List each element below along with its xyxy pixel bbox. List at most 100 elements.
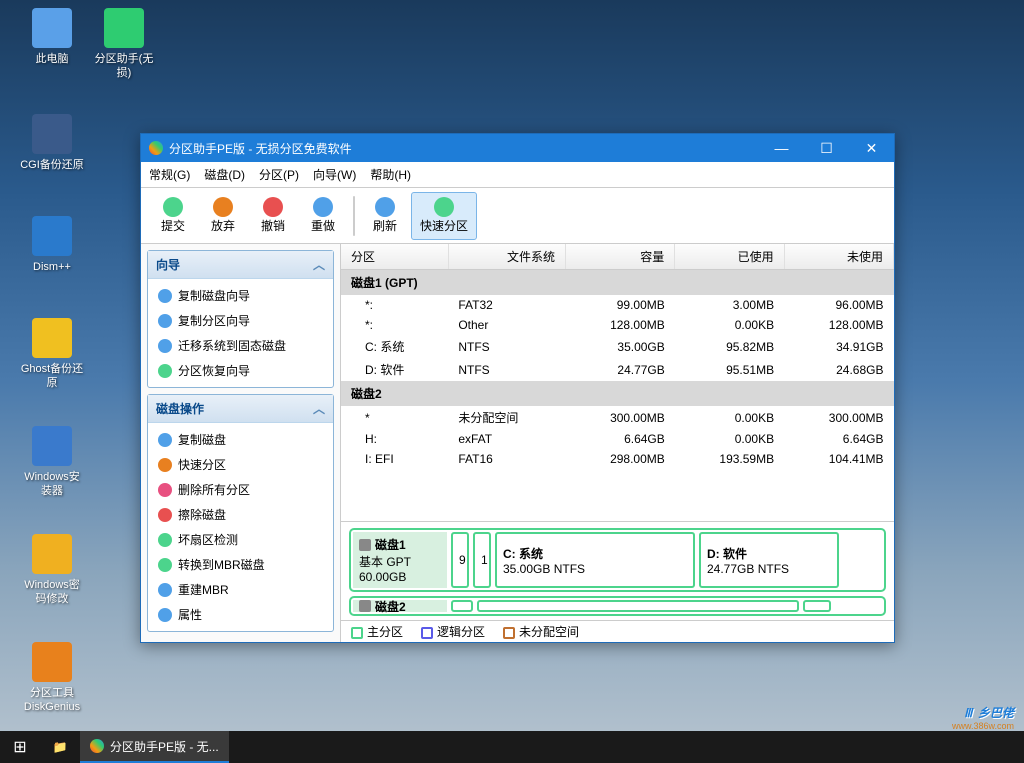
- app-icon: [104, 8, 144, 48]
- item-icon: [158, 339, 172, 353]
- panel-item[interactable]: 迁移系统到固态磁盘: [152, 333, 329, 358]
- column-header[interactable]: 未使用: [784, 244, 893, 270]
- partition-block[interactable]: 9: [451, 532, 469, 588]
- desktop-icon[interactable]: 分区工具DiskGenius: [18, 642, 86, 714]
- diskops-panel: 磁盘操作 ︿ 复制磁盘快速分区删除所有分区擦除磁盘坏扇区检测转换到MBR磁盘重建…: [147, 394, 334, 632]
- toolbar-放弃[interactable]: 放弃: [199, 192, 247, 240]
- desktop-icon[interactable]: 分区助手(无损): [90, 8, 158, 80]
- diskops-panel-header[interactable]: 磁盘操作 ︿: [148, 395, 333, 423]
- legend: 主分区逻辑分区未分配空间: [341, 620, 894, 642]
- panel-item[interactable]: 分区恢复向导: [152, 358, 329, 383]
- table-row[interactable]: C: 系统NTFS35.00GB95.82MB34.91GB: [341, 335, 894, 358]
- table-row[interactable]: *:FAT3299.00MB3.00MB96.00MB: [341, 295, 894, 315]
- desktop-icon[interactable]: 此电脑: [18, 8, 86, 66]
- desktop-icon[interactable]: CGI备份还原: [18, 114, 86, 172]
- table-row[interactable]: H:exFAT6.64GB0.00KB6.64GB: [341, 429, 894, 449]
- desktop-icon[interactable]: Ghost备份还原: [18, 318, 86, 390]
- app-icon: [32, 426, 72, 466]
- toolbar-提交[interactable]: 提交: [149, 192, 197, 240]
- item-icon: [158, 558, 172, 572]
- panel-item[interactable]: 快速分区: [152, 452, 329, 477]
- legend-color-icon: [421, 627, 433, 639]
- menu-item[interactable]: 分区(P): [259, 166, 299, 183]
- partition-block[interactable]: [451, 600, 473, 612]
- toolbar-重做[interactable]: 重做: [299, 192, 347, 240]
- disk-group-header[interactable]: 磁盘2: [341, 381, 894, 406]
- panel-item[interactable]: 重建MBR: [152, 577, 329, 602]
- panel-item[interactable]: 复制分区向导: [152, 308, 329, 333]
- desktop-icon[interactable]: Dism++: [18, 216, 86, 274]
- app-window: 分区助手PE版 - 无损分区免费软件 — ☐ ✕ 常规(G) 磁盘(D) 分区(P)…: [140, 133, 895, 643]
- disk-group-header[interactable]: 磁盘1 (GPT): [341, 270, 894, 296]
- disk-label: 磁盘2: [353, 600, 447, 612]
- panel-item[interactable]: 坏扇区检测: [152, 527, 329, 552]
- panel-item[interactable]: 复制磁盘向导: [152, 283, 329, 308]
- watermark-url: www.386w.com: [952, 721, 1014, 731]
- table-row[interactable]: I: EFIFAT16298.00MB193.59MB104.41MB: [341, 449, 894, 469]
- partition-block[interactable]: 1: [473, 532, 491, 588]
- window-title: 分区助手PE版 - 无损分区免费软件: [169, 140, 759, 157]
- toolbar-撤销[interactable]: 撤销: [249, 192, 297, 240]
- partition-table: 分区文件系统容量已使用未使用 磁盘1 (GPT)*:FAT3299.00MB3.…: [341, 244, 894, 469]
- toolbar-icon: [313, 197, 333, 217]
- legend-color-icon: [503, 627, 515, 639]
- app-icon: [32, 534, 72, 574]
- taskbar-app[interactable]: 分区助手PE版 - 无...: [80, 731, 229, 763]
- maximize-button[interactable]: ☐: [804, 134, 849, 162]
- desktop-icon[interactable]: Windows安装器: [18, 426, 86, 498]
- menu-item[interactable]: 磁盘(D): [204, 166, 245, 183]
- titlebar[interactable]: 分区助手PE版 - 无损分区免费软件 — ☐ ✕: [141, 134, 894, 162]
- item-icon: [158, 458, 172, 472]
- desktop-icon[interactable]: Windows密码修改: [18, 534, 86, 606]
- collapse-icon: ︿: [313, 400, 325, 417]
- partition-block[interactable]: C: 系统35.00GB NTFS: [495, 532, 695, 588]
- file-explorer-button[interactable]: 📁: [40, 731, 80, 763]
- disk-row[interactable]: 磁盘1基本 GPT60.00GB91C: 系统35.00GB NTFSD: 软件…: [349, 528, 886, 592]
- icon-label: Dism++: [18, 260, 86, 274]
- panel-item[interactable]: 复制磁盘: [152, 427, 329, 452]
- menu-item[interactable]: 常规(G): [149, 166, 190, 183]
- watermark: Ⅲ 乡巴佬: [964, 700, 1014, 723]
- toolbar-刷新[interactable]: 刷新: [361, 192, 409, 240]
- minimize-button[interactable]: —: [759, 134, 804, 162]
- table-row[interactable]: D: 软件NTFS24.77GB95.51MB24.68GB: [341, 358, 894, 381]
- item-icon: [158, 533, 172, 547]
- legend-color-icon: [351, 627, 363, 639]
- toolbar-快速分区[interactable]: 快速分区: [411, 192, 477, 240]
- panel-item[interactable]: 擦除磁盘: [152, 502, 329, 527]
- menu-item[interactable]: 帮助(H): [370, 166, 411, 183]
- wizard-panel-header[interactable]: 向导 ︿: [148, 251, 333, 279]
- toolbar: 提交放弃撤销重做刷新快速分区: [141, 188, 894, 244]
- start-button[interactable]: ⊞: [0, 731, 40, 763]
- disk-row[interactable]: 磁盘2: [349, 596, 886, 616]
- item-icon: [158, 364, 172, 378]
- panel-item[interactable]: 转换到MBR磁盘: [152, 552, 329, 577]
- icon-label: Windows密码修改: [18, 578, 86, 606]
- partition-block[interactable]: [477, 600, 799, 612]
- table-row[interactable]: *:Other128.00MB0.00KB128.00MB: [341, 315, 894, 335]
- partition-table-area: 分区文件系统容量已使用未使用 磁盘1 (GPT)*:FAT3299.00MB3.…: [341, 244, 894, 522]
- app-icon: [32, 642, 72, 682]
- app-icon: [32, 114, 72, 154]
- table-row[interactable]: *未分配空间300.00MB0.00KB300.00MB: [341, 406, 894, 429]
- column-header[interactable]: 文件系统: [448, 244, 565, 270]
- item-icon: [158, 508, 172, 522]
- partition-block[interactable]: [803, 600, 831, 612]
- icon-label: Ghost备份还原: [18, 362, 86, 390]
- app-icon: [32, 8, 72, 48]
- icon-label: CGI备份还原: [18, 158, 86, 172]
- disk-map: 磁盘1基本 GPT60.00GB91C: 系统35.00GB NTFSD: 软件…: [341, 522, 894, 620]
- app-icon: [90, 739, 104, 753]
- partition-block[interactable]: D: 软件24.77GB NTFS: [699, 532, 839, 588]
- disk-icon: [359, 539, 371, 551]
- item-icon: [158, 483, 172, 497]
- legend-item: 未分配空间: [503, 623, 579, 640]
- panel-item[interactable]: 属性: [152, 602, 329, 627]
- close-button[interactable]: ✕: [849, 134, 894, 162]
- menu-item[interactable]: 向导(W): [313, 166, 356, 183]
- icon-label: 分区助手(无损): [90, 52, 158, 80]
- panel-item[interactable]: 删除所有分区: [152, 477, 329, 502]
- column-header[interactable]: 分区: [341, 244, 448, 270]
- column-header[interactable]: 已使用: [675, 244, 784, 270]
- column-header[interactable]: 容量: [565, 244, 674, 270]
